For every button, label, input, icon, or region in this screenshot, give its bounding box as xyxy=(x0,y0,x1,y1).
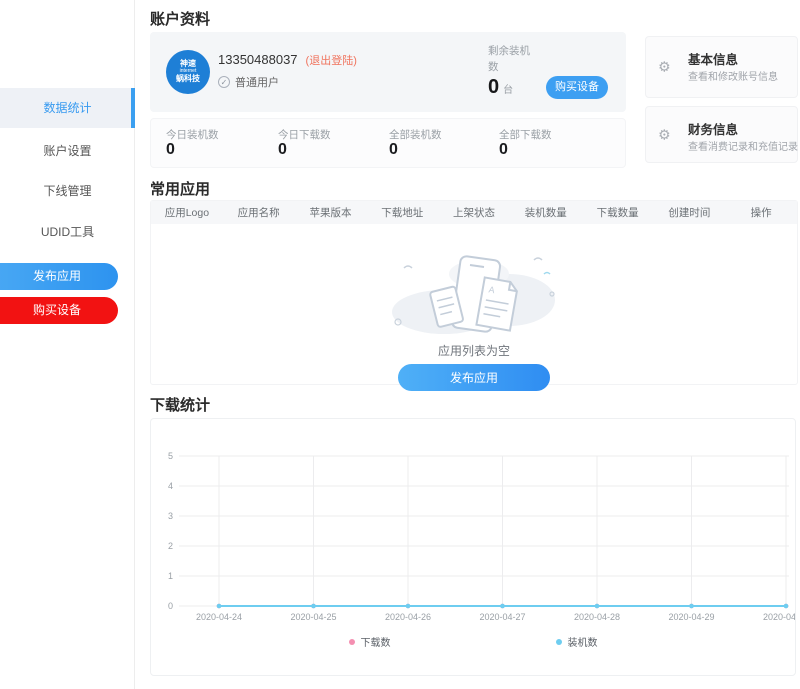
svg-text:1: 1 xyxy=(168,571,173,581)
sidebar-item-label: 数据统计 xyxy=(43,101,91,115)
downloads-line-chart: 0 1 2 3 4 5 2020-04-24 2020-04-25 2020-04-26 2020… xyxy=(151,419,795,631)
svg-text:2020-04-28: 2020-04-28 xyxy=(574,612,620,622)
panel-subtitle: 查看和修改账号信息 xyxy=(688,68,778,83)
remaining-number: 0 xyxy=(488,76,499,99)
finance-info-panel[interactable]: ⚙ 财务信息 查看消费记录和充值记录 xyxy=(645,106,798,163)
remaining-installs-label: 剩余装机数 xyxy=(488,44,540,76)
remaining-installs-value: 0 台 xyxy=(488,76,513,99)
account-card: 神速 internet 蜗科技 13350488037 (退出登陆) ✓ 普通用… xyxy=(150,32,626,112)
gear-icon: ⚙ xyxy=(658,59,671,76)
panel-title: 基本信息 xyxy=(688,49,738,68)
account-identity: 13350488037 (退出登陆) xyxy=(218,52,357,68)
buy-device-button[interactable]: 购买设备 xyxy=(546,76,608,99)
account-section-title: 账户资料 xyxy=(150,8,210,29)
col-download-url: 下载地址 xyxy=(366,205,438,220)
sidebar-item-data-stats[interactable]: 数据统计 xyxy=(0,88,135,128)
active-indicator xyxy=(131,88,135,128)
col-install-count: 装机数量 xyxy=(510,205,582,220)
col-download-count: 下载数量 xyxy=(582,205,654,220)
stats-card: 今日装机数 0 今日下载数 0 全部装机数 0 全部下载数 0 xyxy=(150,118,626,168)
sidebar: 数据统计 账户设置 下线管理 UDID工具 发布应用 购买设备 xyxy=(0,0,135,689)
legend-dot-downloads xyxy=(349,639,355,645)
legend-item-downloads[interactable]: 下载数 xyxy=(349,634,391,649)
stat-label: 全部装机数 xyxy=(389,127,442,142)
basic-info-panel[interactable]: ⚙ 基本信息 查看和修改账号信息 xyxy=(645,36,798,98)
sidebar-item-label: UDID工具 xyxy=(41,225,94,239)
col-app-name: 应用名称 xyxy=(223,205,295,220)
buy-device-button-sidebar[interactable]: 购买设备 xyxy=(0,297,118,324)
avatar: 神速 internet 蜗科技 xyxy=(166,50,210,94)
stat-label: 今日装机数 xyxy=(166,127,219,142)
col-created-time: 创建时间 xyxy=(653,205,725,220)
user-type-label: 普通用户 xyxy=(235,74,279,90)
user-type-badge: ✓ 普通用户 xyxy=(218,74,279,90)
publish-app-button-main[interactable]: 发布应用 xyxy=(398,364,550,391)
svg-text:2020-04-30: 2020-04-30 xyxy=(763,612,795,622)
avatar-text: 蜗科技 xyxy=(176,75,200,84)
col-apple-version: 苹果版本 xyxy=(295,205,367,220)
svg-text:2020-04-26: 2020-04-26 xyxy=(385,612,431,622)
sidebar-item-label: 下线管理 xyxy=(43,184,91,198)
logout-link[interactable]: (退出登陆) xyxy=(306,52,357,68)
panel-subtitle: 查看消费记录和充值记录 xyxy=(688,138,798,153)
svg-text:2020-04-24: 2020-04-24 xyxy=(196,612,242,622)
col-app-logo: 应用Logo xyxy=(151,205,223,220)
empty-state: A 应用列表为空 发布应用 xyxy=(151,224,797,384)
sidebar-item-udid-tool[interactable]: UDID工具 xyxy=(0,212,135,252)
legend-dot-installs xyxy=(556,639,562,645)
sidebar-item-offline-management[interactable]: 下线管理 xyxy=(0,171,135,211)
stat-value: 0 xyxy=(389,141,398,159)
svg-text:2: 2 xyxy=(168,541,173,551)
svg-text:2020-04-27: 2020-04-27 xyxy=(479,612,525,622)
sidebar-item-label: 账户设置 xyxy=(43,144,91,158)
remaining-unit: 台 xyxy=(503,81,513,96)
apps-table-header: 应用Logo 应用名称 苹果版本 下载地址 上架状态 装机数量 下载数量 创建时… xyxy=(151,201,797,224)
legend-label: 下载数 xyxy=(361,634,391,649)
gear-icon: ⚙ xyxy=(658,126,671,143)
svg-text:2020-04-25: 2020-04-25 xyxy=(290,612,336,622)
col-listing-state: 上架状态 xyxy=(438,205,510,220)
svg-text:5: 5 xyxy=(168,451,173,461)
stat-value: 0 xyxy=(499,141,508,159)
apps-section-title: 常用应用 xyxy=(150,178,210,199)
col-actions: 操作 xyxy=(725,205,797,220)
svg-text:2020-04-29: 2020-04-29 xyxy=(668,612,714,622)
legend-item-installs[interactable]: 装机数 xyxy=(556,634,598,649)
legend-label: 装机数 xyxy=(568,634,598,649)
stat-label: 今日下载数 xyxy=(278,127,331,142)
stat-value: 0 xyxy=(166,141,175,159)
chart-legend: 下载数 装机数 xyxy=(151,634,795,649)
stat-value: 0 xyxy=(278,141,287,159)
empty-list-text: 应用列表为空 xyxy=(151,342,797,359)
sidebar-item-account-settings[interactable]: 账户设置 xyxy=(0,131,135,171)
svg-text:0: 0 xyxy=(168,601,173,611)
downloads-section-title: 下载统计 xyxy=(150,394,210,415)
svg-text:3: 3 xyxy=(168,511,173,521)
empty-illustration: A xyxy=(384,250,564,342)
downloads-chart-card: 0 1 2 3 4 5 2020-04-24 2020-04-25 2020-04-26 2020… xyxy=(150,418,796,676)
apps-table: 应用Logo 应用名称 苹果版本 下载地址 上架状态 装机数量 下载数量 创建时… xyxy=(150,200,798,385)
svg-text:4: 4 xyxy=(168,481,173,491)
publish-app-button[interactable]: 发布应用 xyxy=(0,263,118,290)
dashboard-screen: 数据统计 账户设置 下线管理 UDID工具 发布应用 购买设备 账户资料 神速 … xyxy=(0,0,800,689)
panel-title: 财务信息 xyxy=(688,119,738,138)
check-icon: ✓ xyxy=(218,76,230,88)
stat-label: 全部下载数 xyxy=(499,127,552,142)
phone-number: 13350488037 xyxy=(218,52,298,67)
